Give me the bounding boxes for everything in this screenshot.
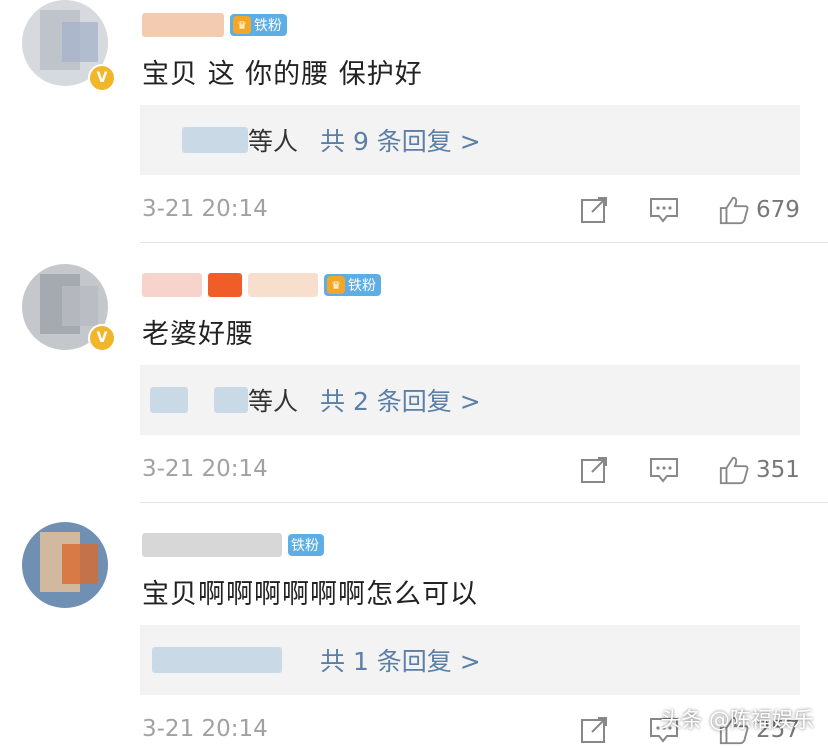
like-icon[interactable] [718,454,750,486]
comment-text: 老婆好腰 [142,319,254,350]
share-icon[interactable] [578,714,610,746]
view-replies-link[interactable]: 共 2 条回复 > [320,382,481,418]
username[interactable]: 铁粉 [142,530,324,560]
like-count: 679 [756,197,800,223]
reply-preview[interactable]: 等人 共 2 条回复 > [140,365,800,435]
verified-badge-icon: V [88,324,116,352]
comment-time: 3-21 20:14 [142,456,268,482]
comment-time: 3-21 20:14 [142,716,268,742]
comment-actions: 679 [578,193,800,227]
comment-text: 宝贝啊啊啊啊啊啊怎么可以 [142,579,478,610]
view-replies-link[interactable]: 共 1 条回复 > [320,642,481,678]
crown-icon: ♛ [233,16,251,34]
comment-icon[interactable] [648,194,680,226]
comment-text: 宝贝 这 你的腰 保护好 [142,59,423,90]
username[interactable]: ♛ 铁粉 [142,270,381,300]
verified-badge-icon: V [88,64,116,92]
fan-badge: ♛ 铁粉 [230,14,287,36]
comment-icon[interactable] [648,454,680,486]
divider [140,502,828,503]
fan-badge: 铁粉 [288,534,324,556]
reply-others-text: 等人 [248,387,299,416]
share-icon[interactable] [578,194,610,226]
share-icon[interactable] [578,454,610,486]
like-count: 351 [756,457,800,483]
reply-preview[interactable]: 共 1 条回复 > [140,625,800,695]
crown-icon: ♛ [327,276,345,294]
fan-badge: ♛ 铁粉 [324,274,381,296]
like-icon[interactable] [718,194,750,226]
comment-time: 3-21 20:14 [142,196,268,222]
divider [140,242,828,243]
comment-item-1: V ♛ 铁粉 宝贝 这 你的腰 保护好 等人 共 9 条回复 > 3-21 20… [0,0,828,250]
avatar[interactable] [22,522,108,608]
comment-item-2: V ♛ 铁粉 老婆好腰 等人 共 2 条回复 > 3-21 20:14 351 [0,260,828,510]
comment-actions: 351 [578,453,800,487]
watermark: 头条 @陈福娱乐 [660,708,814,732]
reply-others-text: 等人 [248,127,299,156]
view-replies-link[interactable]: 共 9 条回复 > [320,122,481,158]
reply-preview[interactable]: 等人 共 9 条回复 > [140,105,800,175]
username[interactable]: ♛ 铁粉 [142,10,287,40]
